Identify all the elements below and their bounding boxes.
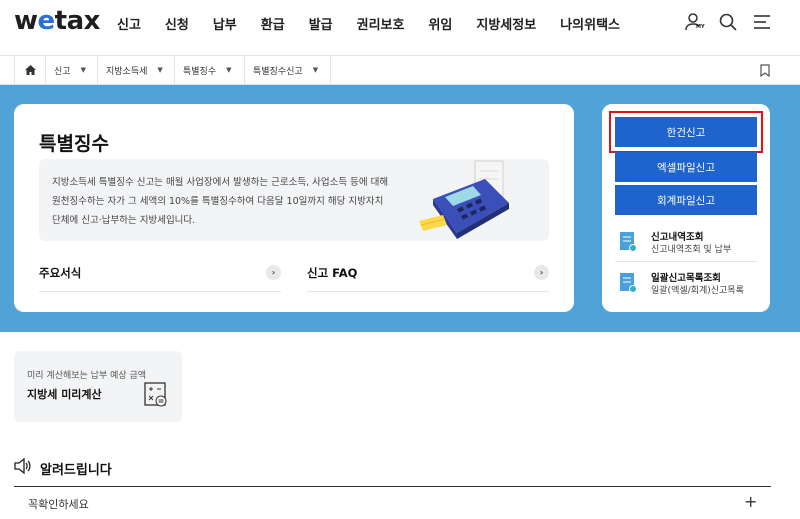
page-title: 특별징수	[39, 133, 109, 155]
bookmark-icon[interactable]	[760, 62, 770, 81]
accounting-file-report-button[interactable]: 회계파일신고	[615, 185, 757, 215]
forms-link[interactable]: 주요서식 ›	[39, 254, 281, 292]
chevron-down-icon: ▼	[312, 66, 319, 74]
nav-item-delegate[interactable]: 위임	[428, 14, 452, 33]
pre-calculation-box[interactable]: 미리 계산해보는 납부 예상 금액 지방세 미리계산	[14, 351, 182, 422]
chevron-down-icon: ▼	[157, 66, 163, 74]
nav-item-rights[interactable]: 권리보호	[357, 14, 405, 33]
breadcrumb-item-report[interactable]: 신고 ▼	[46, 56, 98, 84]
nav-item-pay[interactable]: 납부	[213, 14, 237, 33]
breadcrumb-item-local-income-tax[interactable]: 지방소득세 ▼	[98, 56, 175, 84]
chevron-right-icon: ›	[266, 265, 281, 280]
nav-item-info[interactable]: 지방세정보	[476, 14, 536, 33]
my-label: MY	[696, 24, 705, 30]
home-icon[interactable]	[14, 56, 46, 84]
breadcrumb-item-special-withholding-report[interactable]: 특별징수신고 ▼	[245, 56, 331, 84]
nav-item-report[interactable]: 신고	[117, 14, 141, 33]
nav-item-refund[interactable]: 환급	[261, 14, 285, 33]
header: wetax 신고 신청 납부 환급 발급 권리보호 위임 지방세정보 나의위택스…	[0, 0, 800, 46]
search-icon[interactable]	[718, 12, 738, 32]
nav-item-my-wetax[interactable]: 나의위택스	[560, 14, 620, 33]
excel-file-report-button[interactable]: 엑셀파일신고	[615, 152, 757, 182]
menu-icon[interactable]	[752, 12, 772, 32]
notice-heading: 알려드립니다	[14, 457, 112, 478]
chevron-down-icon: ▼	[80, 66, 86, 74]
calculator-icon	[144, 382, 168, 412]
chevron-down-icon: ▼	[226, 66, 232, 74]
nav-item-issue[interactable]: 발급	[309, 14, 333, 33]
chevron-right-icon: ›	[534, 265, 549, 280]
document-icon	[619, 272, 637, 294]
calc-title: 지방세 미리계산	[27, 388, 102, 401]
side-panel: 한건신고 엑셀파일신고 회계파일신고 신고내역조회 신고내역조회 및 납부 일괄…	[602, 104, 770, 312]
breadcrumb: 신고 ▼ 지방소득세 ▼ 특별징수 ▼ 특별징수신고 ▼	[0, 55, 800, 85]
my-user-icon[interactable]: MY	[684, 12, 705, 32]
divider	[615, 261, 757, 262]
document-icon	[619, 231, 637, 253]
expand-icon[interactable]: +	[744, 492, 757, 511]
single-report-button[interactable]: 한건신고	[609, 111, 763, 153]
calc-caption: 미리 계산해보는 납부 예상 금액	[27, 371, 147, 381]
speaker-icon	[14, 457, 32, 478]
report-history-item[interactable]: 신고내역조회 신고내역조회 및 납부	[619, 229, 759, 257]
main-card: 특별징수 지방소득세 특별징수 신고는 매월 사업장에서 발생하는 근로소득, …	[14, 104, 574, 312]
bulk-report-list-item[interactable]: 일괄신고목록조회 일괄(엑셀/회계)신고목록	[619, 270, 759, 298]
wetax-logo[interactable]: wetax	[14, 6, 100, 36]
divider	[14, 486, 771, 487]
description-text: 지방소득세 특별징수 신고는 매월 사업장에서 발생하는 근로소득, 사업소득 …	[52, 177, 389, 226]
breadcrumb-item-special-withholding[interactable]: 특별징수 ▼	[175, 56, 245, 84]
description-box: 지방소득세 특별징수 신고는 매월 사업장에서 발생하는 근로소득, 사업소득 …	[39, 159, 549, 241]
faq-link[interactable]: 신고 FAQ ›	[307, 254, 549, 292]
notice-row[interactable]: 꼭확인하세요	[28, 496, 89, 512]
card-terminal-illustration	[413, 159, 523, 241]
main-nav: 신고 신청 납부 환급 발급 권리보호 위임 지방세정보 나의위택스	[117, 0, 644, 46]
nav-item-apply[interactable]: 신청	[165, 14, 189, 33]
